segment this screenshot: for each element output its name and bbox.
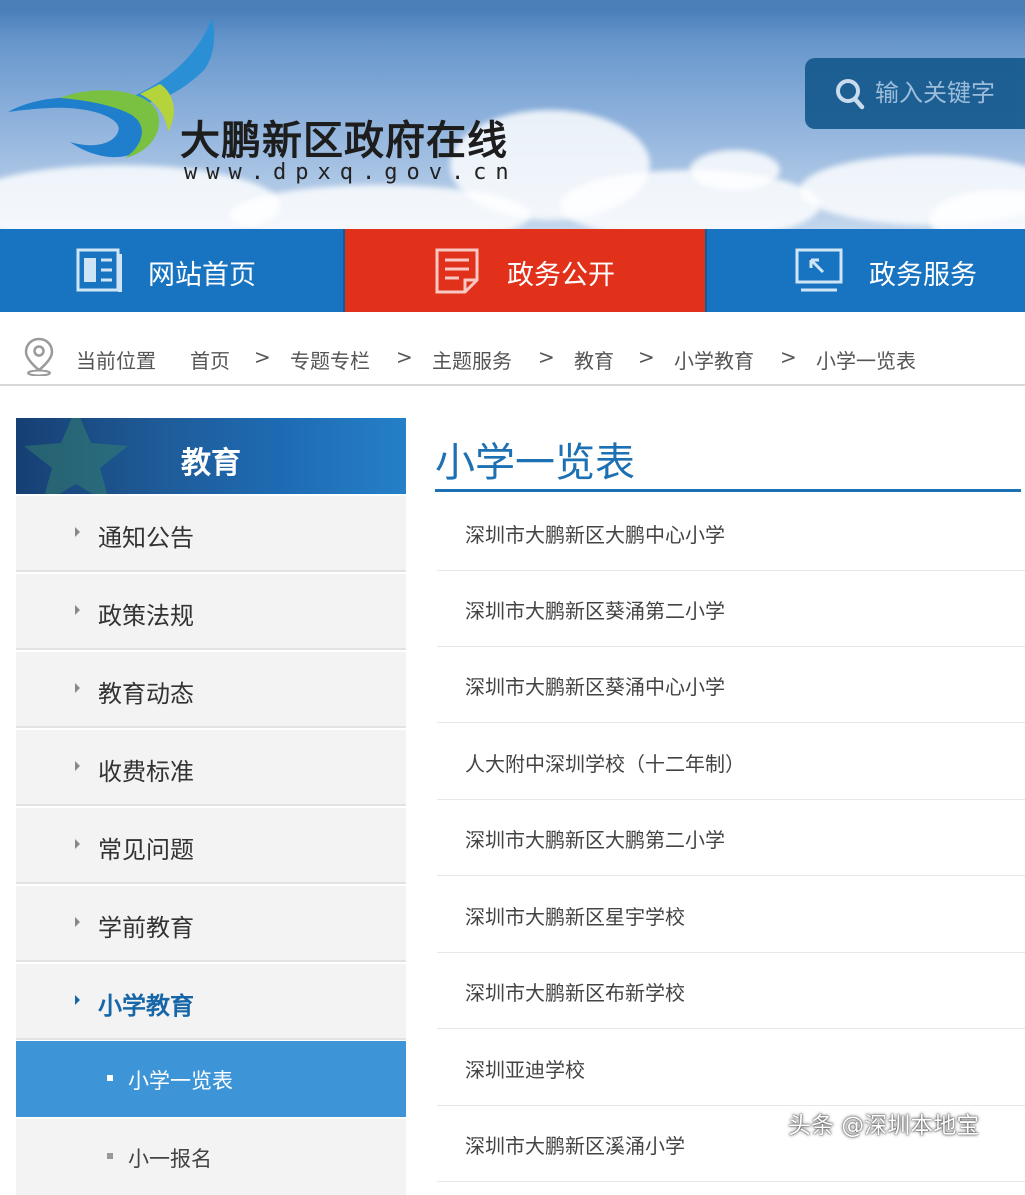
- title-underline: [435, 489, 1021, 492]
- header-top-strip: [0, 0, 1025, 9]
- nav-services[interactable]: 政务服务: [705, 229, 1025, 312]
- list-item[interactable]: 深圳市大鹏新区星宇学校: [437, 876, 1025, 953]
- breadcrumb-prefix: 当前位置: [76, 349, 156, 373]
- sidebar-item-label: 教育动态: [98, 680, 194, 708]
- sidebar-item-notices[interactable]: 通知公告: [16, 496, 406, 572]
- caret-right-icon: [75, 605, 80, 615]
- monitor-icon: [795, 248, 843, 292]
- cloud-decoration: [560, 170, 820, 229]
- sidebar-title: 教育: [181, 446, 241, 481]
- nav-home[interactable]: 网站首页: [0, 229, 345, 312]
- sidebar-item-faq[interactable]: 常见问题: [16, 808, 406, 884]
- breadcrumb-separator: >: [396, 345, 413, 369]
- bullet-icon: [107, 1153, 113, 1159]
- list-item-link[interactable]: 深圳市大鹏新区溪涌小学: [465, 1130, 685, 1159]
- sidebar-item-primary-education[interactable]: 小学教育: [16, 964, 406, 1040]
- bullet-icon: [107, 1075, 113, 1081]
- site-header: 大鹏新区政府在线 www.dpxq.gov.cn: [0, 0, 1025, 229]
- sidebar-item-preschool[interactable]: 学前教育: [16, 886, 406, 962]
- breadcrumb-item-education[interactable]: 教育: [574, 345, 614, 374]
- caret-right-icon: [75, 761, 80, 771]
- sidebar-item-policies[interactable]: 政策法规: [16, 574, 406, 650]
- cloud-decoration: [690, 150, 780, 190]
- breadcrumb-item-current[interactable]: 小学一览表: [816, 345, 916, 374]
- document-icon: [435, 248, 479, 294]
- list-item-link[interactable]: 人大附中深圳学校（十二年制）: [465, 748, 745, 777]
- search-icon[interactable]: [835, 78, 865, 110]
- sidebar-item-label: 政策法规: [98, 602, 194, 630]
- sidebar-subitem-registration[interactable]: 小一报名: [16, 1119, 406, 1195]
- list-item-link[interactable]: 深圳市大鹏新区布新学校: [465, 977, 685, 1006]
- caret-right-icon: [75, 527, 80, 537]
- sidebar-subitem-label: 小一报名: [128, 1147, 212, 1171]
- list-item[interactable]: 深圳市大鹏新区布新学校: [437, 952, 1025, 1029]
- site-url: www.dpxq.gov.cn: [184, 160, 518, 185]
- sidebar-item-education-news[interactable]: 教育动态: [16, 652, 406, 728]
- breadcrumb-item-home[interactable]: 首页: [190, 345, 230, 374]
- nav-government-affairs[interactable]: 政务公开: [345, 229, 705, 312]
- breadcrumb-separator: >: [638, 345, 655, 369]
- sidebar-subitem-label: 小学一览表: [128, 1069, 233, 1093]
- page-title: 小学一览表: [435, 440, 635, 486]
- sidebar-item-label: 常见问题: [98, 836, 194, 864]
- list-item-link[interactable]: 深圳市大鹏新区葵涌中心小学: [465, 671, 725, 700]
- breadcrumb-separator: >: [538, 345, 555, 369]
- breadcrumb: 当前位置 首页 > 专题专栏 > 主题服务 > 教育 > 小学教育 > 小学一览…: [0, 312, 1025, 386]
- caret-right-icon: [75, 839, 80, 849]
- list-item-link[interactable]: 深圳亚迪学校: [465, 1054, 585, 1083]
- breadcrumb-separator: >: [780, 345, 797, 369]
- sidebar-header: 教育: [16, 418, 406, 494]
- sidebar-subitem-primary-list[interactable]: 小学一览表: [16, 1041, 406, 1117]
- main-nav: 网站首页 政务公开 政务服务: [0, 229, 1025, 312]
- sidebar-item-label: 学前教育: [98, 914, 194, 942]
- nav-services-label: 政务服务: [869, 260, 977, 291]
- list-item-link[interactable]: 深圳市大鹏新区葵涌第二小学: [465, 595, 725, 624]
- site-name[interactable]: 大鹏新区政府在线: [180, 108, 508, 166]
- search-box[interactable]: [805, 58, 1025, 129]
- breadcrumb-separator: >: [254, 345, 271, 369]
- list-item[interactable]: 深圳市大鹏新区大鹏中心小学: [437, 494, 1025, 571]
- breadcrumb-item-special-topics[interactable]: 专题专栏: [290, 345, 370, 374]
- list-item[interactable]: 深圳市大鹏新区葵涌中心小学: [437, 646, 1025, 723]
- caret-right-icon: [75, 683, 80, 693]
- search-input[interactable]: [875, 75, 1025, 111]
- sidebar-item-label: 小学教育: [98, 992, 194, 1020]
- list-item-link[interactable]: 深圳市大鹏新区星宇学校: [465, 901, 685, 930]
- sidebar-item-label: 收费标准: [98, 758, 194, 786]
- breadcrumb-item-primary-education[interactable]: 小学教育: [674, 345, 754, 374]
- list-item[interactable]: 深圳市大鹏新区大鹏第二小学: [437, 799, 1025, 876]
- list-item[interactable]: 深圳市大鹏新区葵涌第二小学: [437, 570, 1025, 647]
- location-pin-icon: [24, 337, 54, 376]
- list-item[interactable]: 人大附中深圳学校（十二年制）: [437, 723, 1025, 800]
- sidebar-item-fees[interactable]: 收费标准: [16, 730, 406, 806]
- watermark: 头条 @深圳本地宝: [788, 1113, 980, 1139]
- caret-right-icon: [75, 995, 80, 1005]
- nav-government-affairs-label: 政务公开: [507, 260, 615, 291]
- caret-right-icon: [75, 917, 80, 927]
- breadcrumb-item-theme-services[interactable]: 主题服务: [432, 345, 512, 374]
- list-item[interactable]: 深圳亚迪学校: [437, 1029, 1025, 1106]
- list-item-link[interactable]: 深圳市大鹏新区大鹏中心小学: [465, 519, 725, 548]
- sidebar-item-label: 通知公告: [98, 524, 194, 552]
- nav-home-label: 网站首页: [148, 260, 256, 291]
- newspaper-icon: [76, 248, 122, 292]
- list-item-link[interactable]: 深圳市大鹏新区大鹏第二小学: [465, 824, 725, 853]
